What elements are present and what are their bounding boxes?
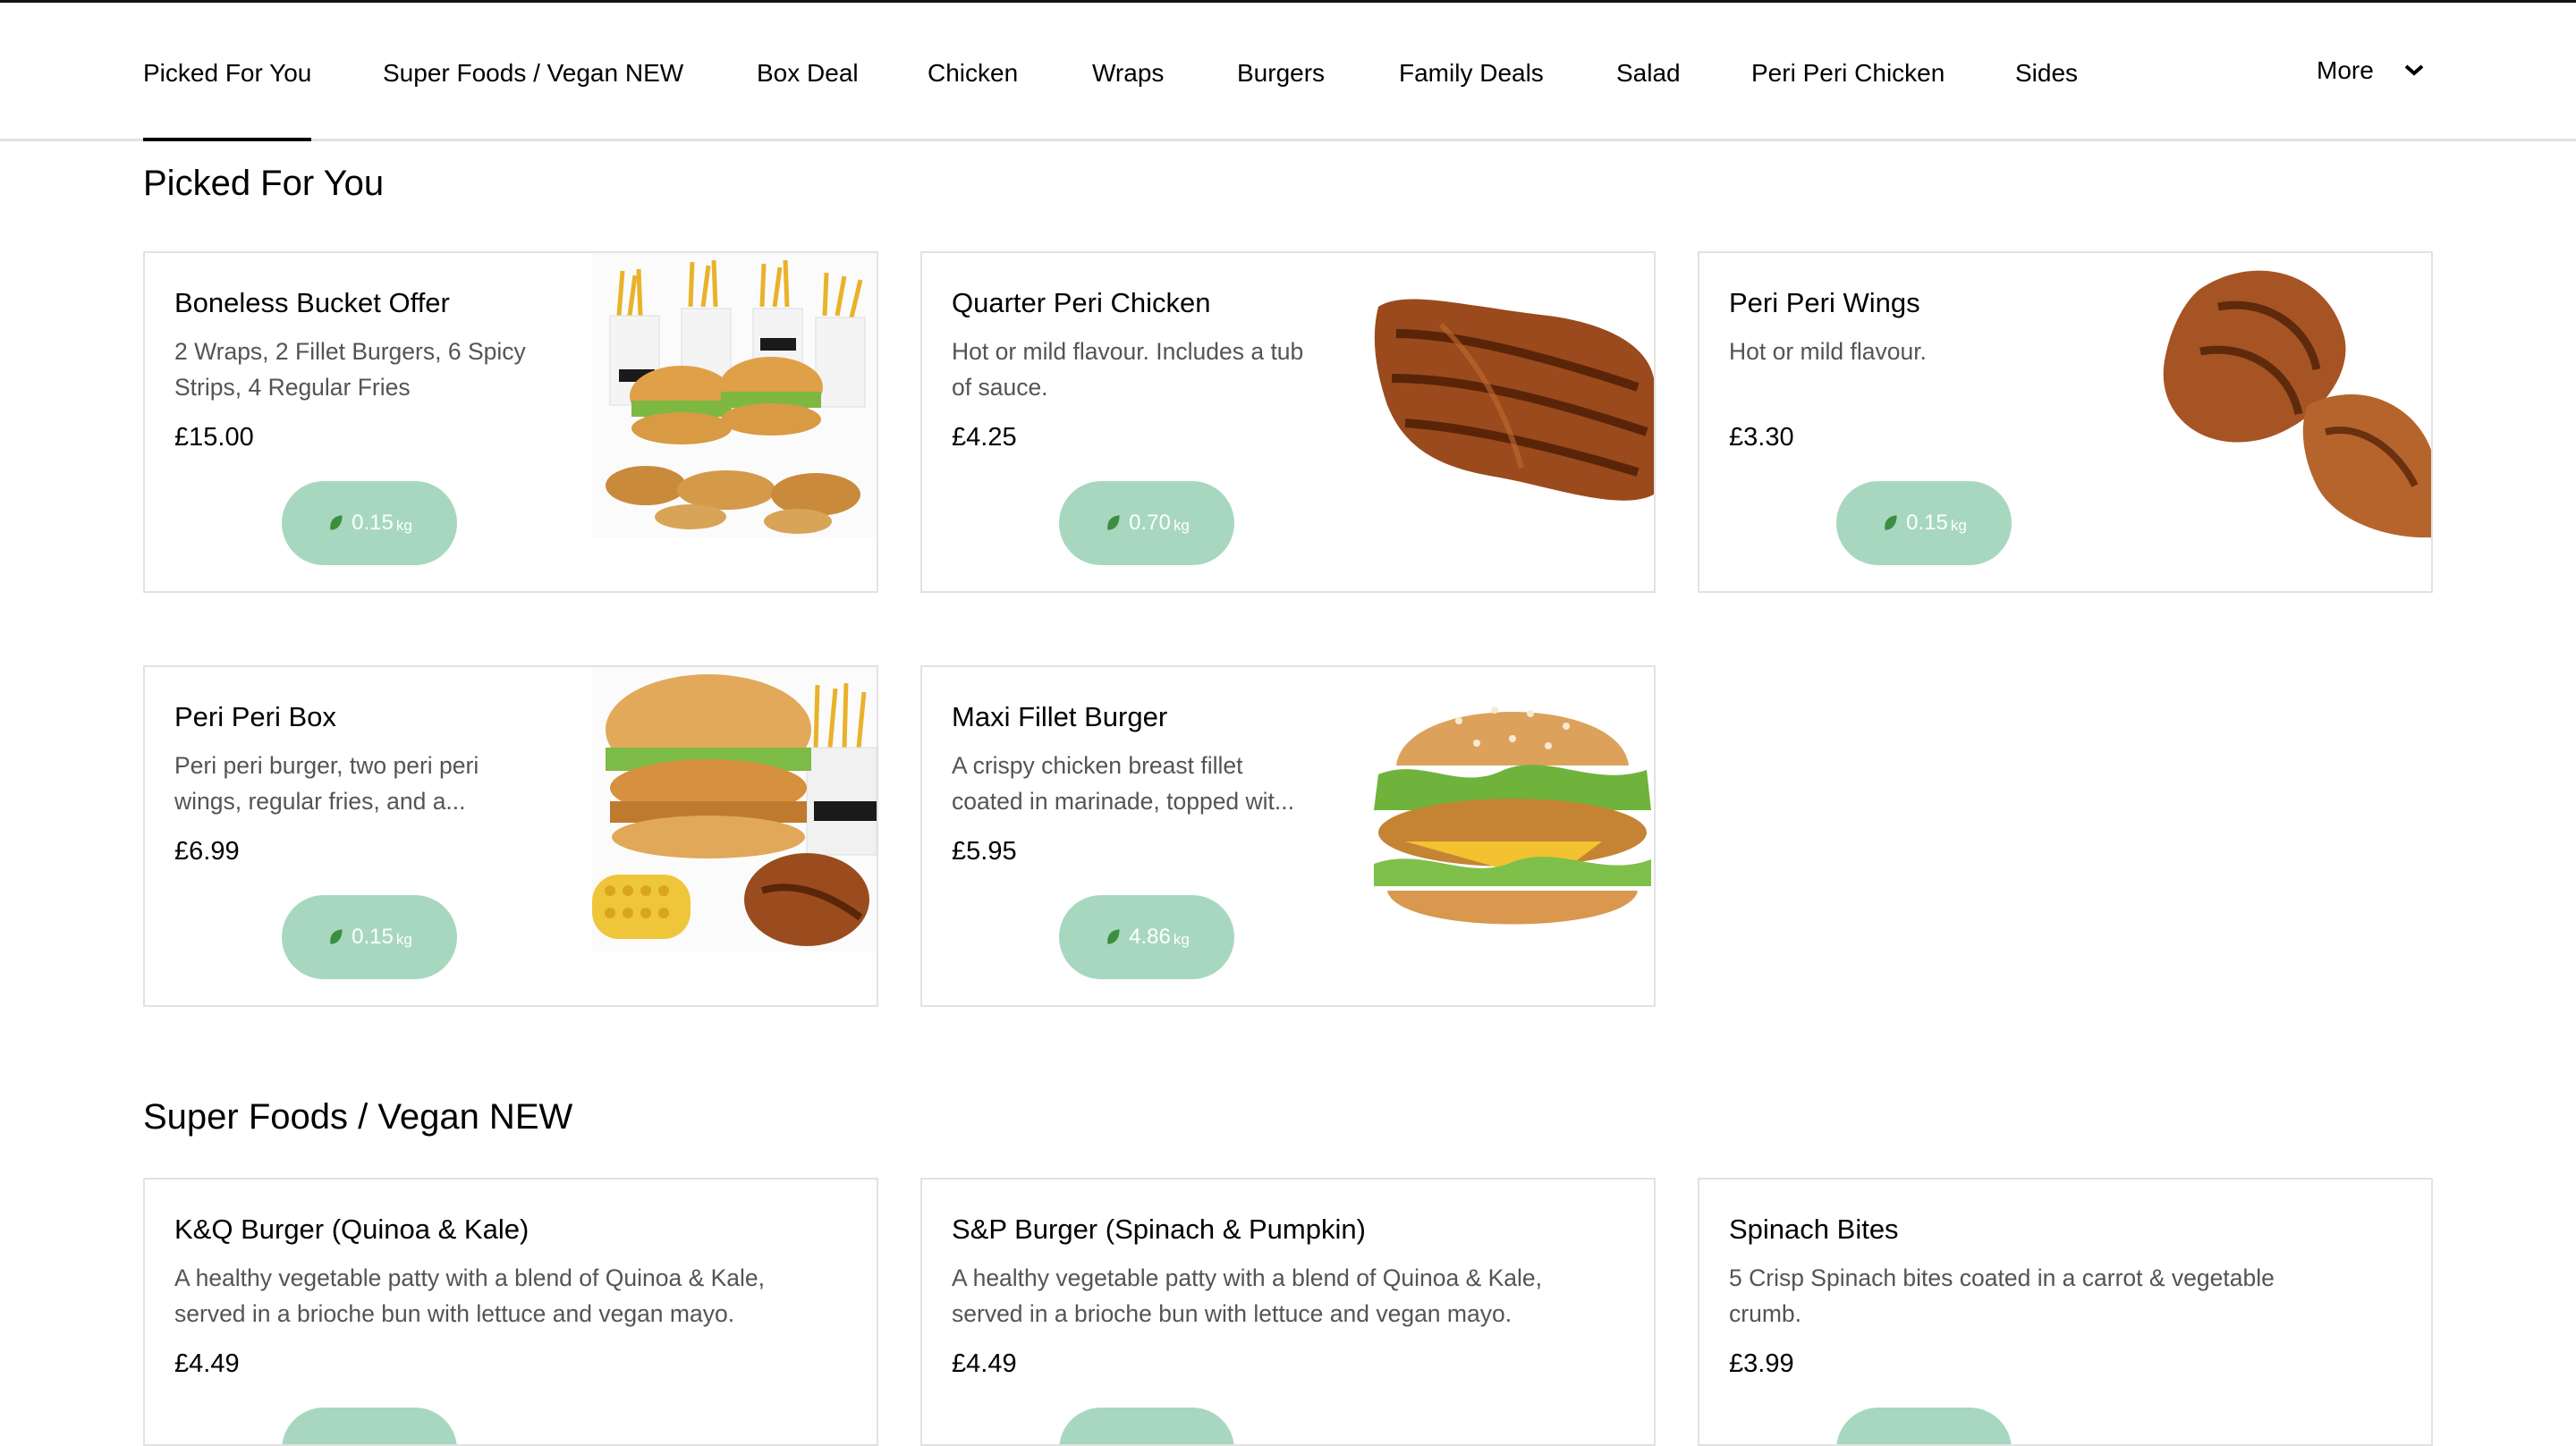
menu-item-card[interactable]: Quarter Peri Chicken Hot or mild flavour…: [920, 251, 1656, 593]
item-description: A healthy vegetable patty with a blend o…: [952, 1264, 1543, 1327]
item-price: £3.30: [1729, 423, 1794, 452]
leaf-icon: [330, 929, 343, 944]
chevron-down-icon: [2404, 64, 2424, 76]
leaf-icon: [1885, 515, 1897, 530]
bucket-offer-image: [592, 253, 877, 537]
carbon-footprint-badge[interactable]: [1836, 1408, 2012, 1444]
carbon-footprint-badge[interactable]: 0.15 kg: [282, 895, 457, 979]
item-price: £4.49: [174, 1349, 240, 1378]
section-title-picked-for-you: Picked For You: [143, 164, 385, 203]
menu-item-card[interactable]: K&Q Burger (Quinoa & Kale) A healthy veg…: [143, 1178, 878, 1446]
item-name: Spinach Bites: [1729, 1213, 1899, 1245]
item-description: A healthy vegetable patty with a blend o…: [174, 1264, 766, 1327]
tab-salad[interactable]: Salad: [1616, 3, 1681, 139]
item-price: £6.99: [174, 837, 240, 866]
tab-picked-for-you[interactable]: Picked For You: [143, 3, 312, 141]
leaf-icon: [1107, 515, 1120, 530]
item-name: Peri Peri Box: [174, 701, 336, 732]
item-name: Quarter Peri Chicken: [952, 287, 1211, 318]
item-price: £4.25: [952, 423, 1017, 452]
item-name: S&P Burger (Spinach & Pumpkin): [952, 1213, 1366, 1245]
menu-item-card[interactable]: S&P Burger (Spinach & Pumpkin) A healthy…: [920, 1178, 1656, 1446]
tab-peri-peri-chicken[interactable]: Peri Peri Chicken: [1751, 3, 1945, 139]
item-price: £15.00: [174, 423, 254, 452]
item-description: A crispy chicken breast fillet coated in …: [952, 752, 1295, 815]
menu-item-card[interactable]: Spinach Bites 5 Crisp Spinach bites coat…: [1698, 1178, 2433, 1446]
item-price: £3.99: [1729, 1349, 1794, 1378]
item-price: £5.95: [952, 837, 1017, 866]
item-description: 5 Crisp Spinach bites coated in a carrot…: [1729, 1264, 2275, 1327]
wings-image: [2147, 253, 2431, 537]
item-name: Peri Peri Wings: [1729, 287, 1920, 318]
fillet-burger-image: [1369, 667, 1654, 951]
tab-wraps[interactable]: Wraps: [1092, 3, 1164, 139]
quarter-chicken-image: [1369, 253, 1654, 537]
item-name: Maxi Fillet Burger: [952, 701, 1168, 732]
carbon-footprint-badge[interactable]: [1059, 1408, 1234, 1444]
item-name: K&Q Burger (Quinoa & Kale): [174, 1213, 530, 1245]
section-title-super-foods-vegan: Super Foods / Vegan NEW: [143, 1097, 573, 1137]
carbon-footprint-badge[interactable]: [282, 1408, 457, 1444]
leaf-icon: [330, 515, 343, 530]
leaf-icon: [1107, 929, 1120, 944]
tab-chicken[interactable]: Chicken: [928, 3, 1018, 139]
more-label: More: [2317, 56, 2374, 84]
carbon-footprint-badge[interactable]: 0.15 kg: [1836, 481, 2012, 565]
peri-box-image: [592, 667, 877, 951]
tab-sides[interactable]: Sides: [2015, 3, 2078, 139]
menu-item-card[interactable]: Boneless Bucket Offer 2 Wraps, 2 Fillet …: [143, 251, 878, 593]
menu-item-card[interactable]: Maxi Fillet Burger A crispy chicken brea…: [920, 665, 1656, 1007]
menu-item-card[interactable]: Peri Peri Box Peri peri burger, two peri…: [143, 665, 878, 1007]
carbon-footprint-badge[interactable]: 4.86 kg: [1059, 895, 1234, 979]
item-description: Hot or mild flavour. Includes a tub of sa…: [952, 338, 1304, 401]
tab-box-deal[interactable]: Box Deal: [757, 3, 859, 139]
menu-item-card[interactable]: Peri Peri Wings Hot or mild flavour. £3.…: [1698, 251, 2433, 593]
item-description: Peri peri burger, two peri peri wings, re…: [174, 752, 479, 815]
more-dropdown[interactable]: More: [2317, 3, 2424, 139]
tab-family-deals[interactable]: Family Deals: [1399, 3, 1544, 139]
carbon-footprint-badge[interactable]: 0.15 kg: [282, 481, 457, 565]
item-description: Hot or mild flavour.: [1729, 338, 1927, 365]
item-name: Boneless Bucket Offer: [174, 287, 450, 318]
tab-burgers[interactable]: Burgers: [1237, 3, 1325, 139]
item-price: £4.49: [952, 1349, 1017, 1378]
tab-super-foods-vegan[interactable]: Super Foods / Vegan NEW: [383, 3, 683, 139]
carbon-footprint-badge[interactable]: 0.70 kg: [1059, 481, 1234, 565]
item-description: 2 Wraps, 2 Fillet Burgers, 6 Spicy Strips…: [174, 338, 526, 401]
category-nav: Picked For You Super Foods / Vegan NEW B…: [0, 3, 2576, 141]
